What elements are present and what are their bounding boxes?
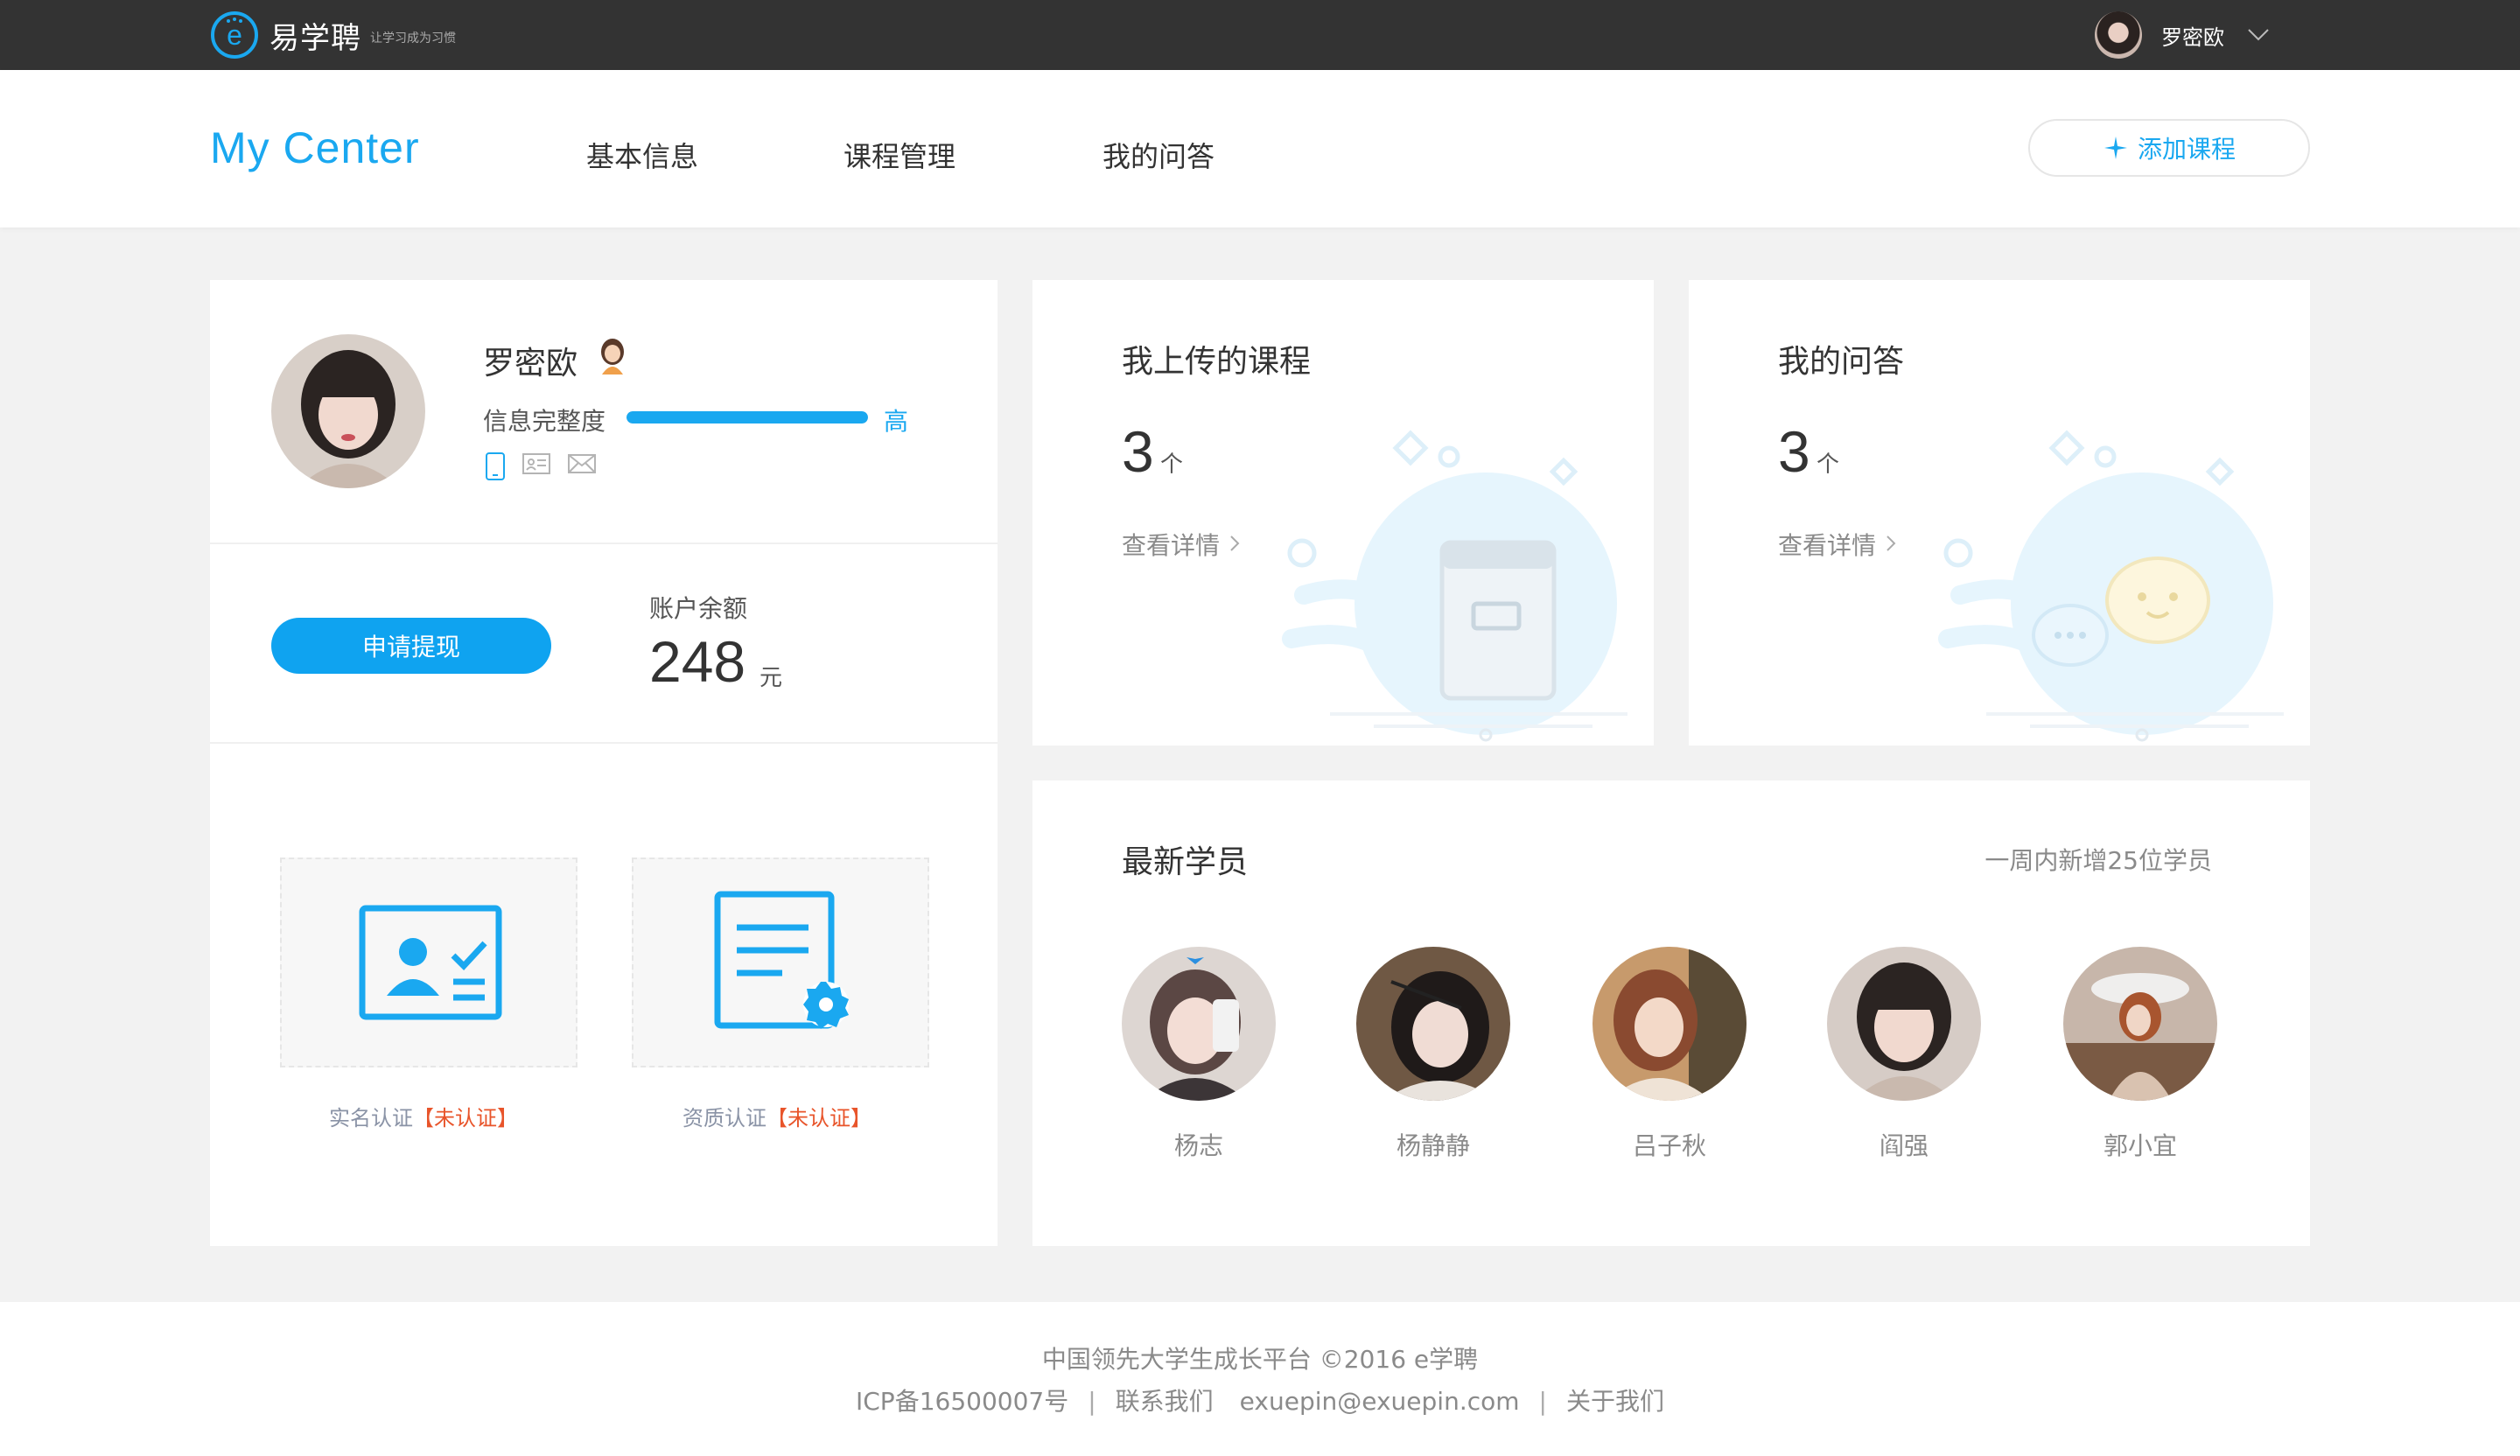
my-qa-title: 我的问答 xyxy=(1778,344,1905,380)
email-link[interactable]: exuepin@exuepin.com xyxy=(1240,1387,1520,1416)
balance-value: 248 xyxy=(649,629,746,694)
separator: | xyxy=(1088,1387,1096,1416)
qualification-cert-label[interactable]: 资质认证【未认证】 xyxy=(682,1101,872,1131)
plus-icon xyxy=(2104,136,2127,159)
footer: 中国领先大学生成长平台 ©2016 e学聘 ICP备16500007号 | 联系我们… xyxy=(0,1302,2520,1456)
cert-name: 实名认证 xyxy=(329,1106,413,1130)
logo[interactable]: e 易学聘 让学习成为习惯 xyxy=(210,10,456,60)
detail-link-label: 查看详情 xyxy=(1778,531,1877,560)
chat-illustration xyxy=(1938,430,2284,742)
logo-e-icon: e xyxy=(211,11,258,59)
profile-avatar[interactable] xyxy=(271,334,425,488)
balance-unit: 元 xyxy=(760,665,783,691)
user-name: 罗密欧 xyxy=(2161,24,2224,50)
student-avatar xyxy=(2063,947,2217,1101)
count-unit: 个 xyxy=(1816,452,1840,478)
divider xyxy=(210,542,998,544)
svg-text:e: e xyxy=(227,19,242,51)
balance-label: 账户余额 xyxy=(649,594,748,623)
my-qa-detail-link[interactable]: 查看详情 xyxy=(1778,527,1898,562)
student-name: 杨静静 xyxy=(1396,1131,1470,1160)
contact-link[interactable]: 联系我们 xyxy=(1116,1387,1214,1416)
student-item[interactable]: 吕子秋 xyxy=(1592,947,1746,1162)
footer-slogan: 中国领先大学生成长平台 ©2016 e学聘 xyxy=(1041,1345,1479,1374)
cert-status: 【未认证】 xyxy=(766,1106,872,1130)
student-avatar xyxy=(1356,947,1510,1101)
my-qa-card: 我的问答 3 个 查看详情 xyxy=(1689,280,2310,746)
student-name: 吕子秋 xyxy=(1632,1131,1706,1160)
chevron-right-icon xyxy=(1886,536,1896,551)
top-bar: e 易学聘 让学习成为习惯 罗密欧 xyxy=(0,0,2520,70)
page-title: My Center xyxy=(210,123,420,172)
about-link[interactable]: 关于我们 xyxy=(1566,1387,1664,1416)
student-name: 阎强 xyxy=(1879,1131,1928,1160)
student-item[interactable]: 杨志 xyxy=(1122,947,1276,1162)
tab-basic-info[interactable]: 基本信息 xyxy=(586,135,698,175)
my-qa-count: 3 xyxy=(1778,419,1810,484)
qualification-cert-box[interactable] xyxy=(632,858,929,1068)
completeness-progress-bar xyxy=(626,411,868,424)
student-item[interactable]: 郭小宜 xyxy=(2063,947,2217,1162)
completeness-label: 信息完整度 xyxy=(483,407,606,436)
uploaded-courses-card: 我上传的课程 3 个 查看详情 xyxy=(1032,280,1654,746)
certificate-icon xyxy=(714,891,849,1029)
female-avatar-icon xyxy=(601,339,624,374)
footer-links: ICP备16500007号 | 联系我们 exuepin@exuepin.com | 关于… xyxy=(0,1382,2520,1418)
avatar-photo xyxy=(271,334,425,488)
student-avatar xyxy=(1592,947,1746,1101)
book-illustration xyxy=(1282,430,1628,742)
profile-card: 罗密欧 信息完整度 高 申请提现 账户余额 248 元 实名认证【未认证】 资质… xyxy=(210,280,998,1246)
completeness-progress-fill xyxy=(626,411,868,424)
id-card-icon[interactable] xyxy=(522,452,551,476)
student-avatar xyxy=(1122,947,1276,1101)
icp-link[interactable]: ICP备16500007号 xyxy=(856,1387,1068,1416)
student-item[interactable]: 杨静静 xyxy=(1356,947,1510,1162)
add-course-label: 添加课程 xyxy=(2137,135,2236,164)
real-name-cert-box[interactable] xyxy=(280,858,578,1068)
student-avatar xyxy=(1827,947,1981,1101)
cert-status: 【未认证】 xyxy=(413,1106,518,1130)
completeness-level: 高 xyxy=(884,407,909,436)
students-weekly-note: 一周内新增25位学员 xyxy=(1984,846,2212,875)
mail-icon[interactable] xyxy=(567,452,597,476)
count-unit: 个 xyxy=(1160,452,1184,478)
cert-name: 资质认证 xyxy=(682,1106,766,1130)
student-name: 杨志 xyxy=(1173,1131,1223,1160)
uploaded-courses-title: 我上传的课程 xyxy=(1122,344,1312,380)
student-name: 郭小宜 xyxy=(2103,1131,2177,1160)
tab-my-qa[interactable]: 我的问答 xyxy=(1102,135,1214,175)
uploaded-courses-detail-link[interactable]: 查看详情 xyxy=(1122,527,1242,562)
students-title: 最新学员 xyxy=(1122,844,1249,880)
profile-name: 罗密欧 xyxy=(483,346,578,382)
logo-slogan: 让学习成为习惯 xyxy=(370,32,456,46)
avatar xyxy=(2095,11,2142,59)
student-item[interactable]: 阎强 xyxy=(1827,947,1981,1162)
sub-nav: My Center 基本信息 课程管理 我的问答 添加课程 xyxy=(0,70,2520,228)
logo-text: 易学聘 xyxy=(270,20,361,56)
chevron-right-icon xyxy=(1230,536,1240,551)
tab-course-management[interactable]: 课程管理 xyxy=(844,135,956,175)
separator: | xyxy=(1538,1387,1547,1416)
phone-icon[interactable] xyxy=(485,452,506,481)
real-name-cert-label[interactable]: 实名认证【未认证】 xyxy=(329,1101,518,1131)
detail-link-label: 查看详情 xyxy=(1122,531,1221,560)
add-course-button[interactable]: 添加课程 xyxy=(2028,119,2310,177)
id-verify-icon xyxy=(359,905,502,1020)
chevron-down-icon xyxy=(2248,29,2269,41)
divider xyxy=(210,742,998,744)
user-menu[interactable]: 罗密欧 xyxy=(2095,10,2270,60)
uploaded-courses-count: 3 xyxy=(1122,419,1154,484)
latest-students-card: 最新学员 一周内新增25位学员 杨志 杨静静 吕子秋 阎强 郭小宜 xyxy=(1032,780,2310,1246)
withdraw-button[interactable]: 申请提现 xyxy=(271,618,551,674)
